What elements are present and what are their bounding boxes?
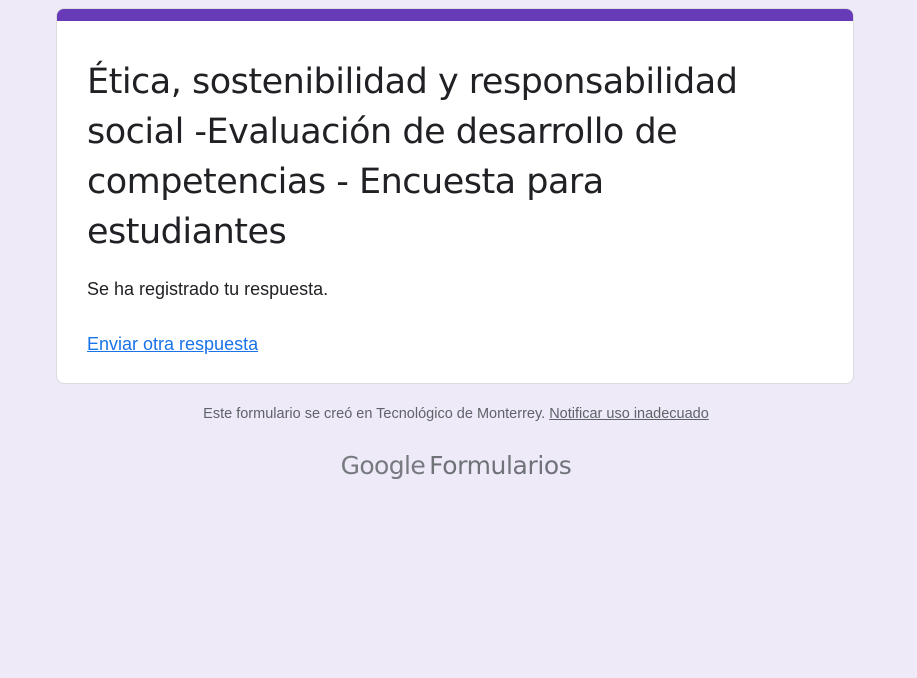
form-title: Ética, sostenibilidad y responsabilidad … [87,62,738,252]
footer-note: Este formulario se creó en Tecnológico d… [0,404,912,424]
footer-created-in-text: Este formulario se creó en Tecnológico d… [203,406,546,422]
google-forms-logo[interactable]: Google Formularios [0,449,912,483]
submit-another-response-link[interactable]: Enviar otra respuesta [87,332,258,356]
form-card: Ética, sostenibilidad y responsabilidad … [56,8,854,384]
forms-wordmark: Formularios [429,451,572,480]
google-wordmark: Google [340,451,426,480]
form-card-accent-bar [57,9,853,21]
report-abuse-link[interactable]: Notificar uso inadecuado [549,406,709,422]
confirmation-message: Se ha registrado tu respuesta. [87,279,329,299]
